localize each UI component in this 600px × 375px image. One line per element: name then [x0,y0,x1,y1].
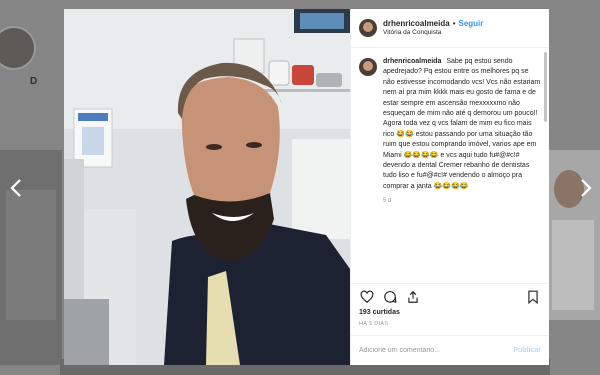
post-header: drhenricoalmeida • Seguir Vitória da Con… [351,9,549,48]
share-icon [408,290,418,303]
post-photo[interactable] [64,9,350,365]
caption-text: Sabe pq estou sendo apedrejado? Pq estou… [383,58,541,190]
background-profile-avatar [0,26,36,70]
follow-button[interactable]: Seguir [459,19,484,29]
caption-username[interactable]: drhenricoalmeida [383,58,441,65]
post-modal: drhenricoalmeida • Seguir Vitória da Con… [64,9,549,365]
caption-timestamp: 5 d [383,198,392,205]
comment-input[interactable] [359,347,514,354]
caption-row: drhenricoalmeida Sabe pq estou sendo ape… [359,57,541,192]
separator-dot: • [452,19,456,29]
post-location[interactable]: Vitória da Conquista [383,29,483,37]
heart-icon [360,290,374,303]
selfie-image [64,9,350,365]
comment-button[interactable] [382,289,398,305]
caption-author-avatar[interactable] [359,58,377,76]
post-time-ago: HÁ 5 DIAS [359,321,389,327]
chevron-left-icon [10,179,21,197]
comments-scrollbar[interactable] [544,52,547,122]
next-post-arrow[interactable] [576,176,596,200]
likes-count[interactable]: 193 curtidas [351,309,549,321]
author-username[interactable]: drhenricoalmeida [383,19,450,29]
background-letter: D [30,76,38,87]
post-actions [351,283,549,309]
author-avatar[interactable] [359,19,377,37]
share-button[interactable] [405,289,421,305]
comments-area: drhenricoalmeida Sabe pq estou sendo ape… [351,48,549,283]
publish-button[interactable]: Publicar [513,347,541,354]
post-side-panel: drhenricoalmeida • Seguir Vitória da Con… [350,9,549,365]
post-caption: drhenricoalmeida Sabe pq estou sendo ape… [383,57,541,192]
comment-icon [384,290,397,303]
save-button[interactable] [525,289,541,305]
bookmark-icon [528,290,538,304]
like-button[interactable] [359,289,375,305]
chevron-right-icon [581,179,592,197]
previous-post-arrow[interactable] [6,176,26,200]
comment-form: Publicar [351,335,549,365]
